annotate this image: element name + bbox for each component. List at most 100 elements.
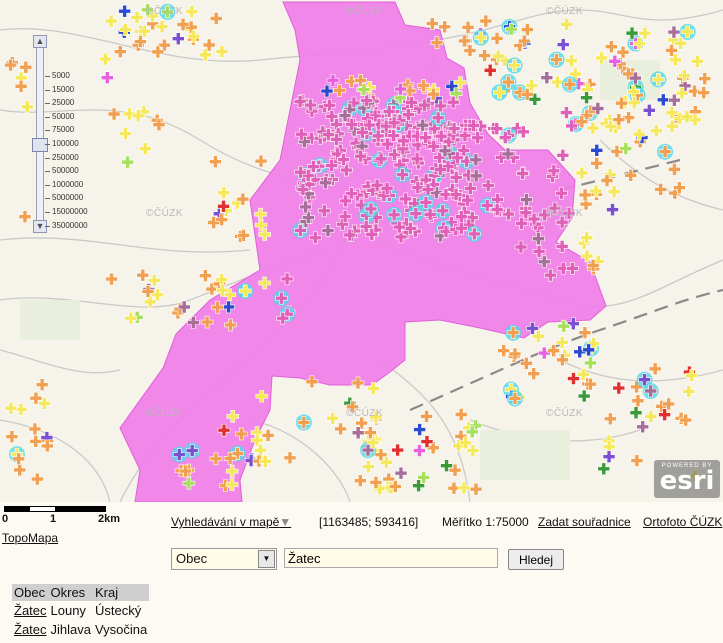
poi-marker-icon[interactable] — [105, 272, 118, 286]
poi-marker-icon[interactable] — [31, 472, 44, 486]
poi-marker-icon[interactable] — [577, 389, 591, 403]
chevron-down-icon[interactable]: ▼ — [258, 550, 275, 568]
search-type-select[interactable]: Obec ▼ — [171, 548, 277, 570]
poi-marker-icon[interactable] — [578, 188, 592, 202]
poi-marker-icon[interactable] — [209, 155, 222, 168]
poi-marker-icon[interactable] — [607, 185, 621, 198]
poi-marker-icon[interactable] — [130, 11, 144, 24]
poi-marker-icon[interactable] — [413, 444, 426, 457]
poi-marker-icon[interactable] — [616, 45, 630, 59]
poi-marker-icon[interactable] — [560, 106, 573, 119]
poi-marker-icon[interactable] — [19, 60, 33, 74]
poi-marker-icon[interactable] — [107, 107, 121, 121]
poi-marker-icon[interactable] — [136, 268, 150, 282]
poi-marker-icon[interactable] — [185, 5, 199, 18]
poi-marker-icon[interactable] — [650, 124, 663, 138]
poi-marker-icon[interactable] — [171, 32, 185, 45]
poi-marker-icon[interactable] — [18, 210, 32, 224]
poi-marker-icon[interactable] — [630, 454, 644, 467]
poi-marker-icon[interactable] — [479, 14, 493, 28]
poi-marker-icon[interactable] — [668, 93, 681, 107]
poi-marker-icon[interactable] — [682, 385, 696, 398]
poi-marker-icon[interactable] — [254, 154, 268, 168]
poi-marker-icon[interactable] — [28, 422, 42, 436]
zoom-track[interactable] — [36, 47, 44, 227]
poi-marker-icon[interactable] — [354, 474, 367, 487]
poi-marker-icon[interactable] — [143, 295, 157, 309]
poi-marker-icon[interactable] — [643, 103, 656, 117]
poi-marker-icon[interactable] — [560, 17, 573, 31]
poi-marker-icon[interactable] — [612, 381, 626, 395]
zoom-slider[interactable]: ▲ ▼ 5000 15000 25000 50000 75000 100000 250000… — [32, 35, 102, 235]
poi-marker-icon[interactable] — [261, 429, 275, 442]
poi-marker-icon[interactable] — [556, 149, 570, 162]
poi-marker-icon[interactable] — [362, 460, 375, 474]
search-button[interactable]: Hledej — [508, 549, 564, 570]
poi-marker-icon[interactable] — [334, 422, 347, 436]
poi-marker-icon[interactable] — [586, 121, 600, 135]
poi-marker-icon[interactable] — [394, 466, 408, 480]
poi-marker-icon[interactable] — [215, 45, 229, 58]
poi-marker-icon[interactable] — [606, 203, 619, 216]
poi-marker-icon[interactable] — [461, 21, 475, 34]
search-in-map-link[interactable]: Vyhledávání v mapě▼ — [171, 515, 291, 529]
poi-marker-icon[interactable] — [158, 38, 171, 52]
poi-marker-icon[interactable] — [139, 142, 152, 156]
poi-marker-icon[interactable] — [454, 408, 468, 421]
topomapa-link[interactable]: TopoMapa — [2, 531, 58, 545]
poi-marker-icon[interactable] — [413, 423, 426, 436]
poi-marker-icon[interactable] — [580, 91, 593, 104]
poi-marker-icon[interactable] — [605, 40, 618, 53]
poi-marker-icon[interactable] — [597, 462, 611, 476]
zoom-in-icon[interactable]: ▲ — [33, 35, 47, 48]
poi-marker-icon[interactable] — [13, 463, 27, 477]
poi-marker-icon[interactable] — [698, 72, 712, 85]
poi-marker-icon[interactable] — [490, 32, 504, 45]
poi-marker-icon[interactable] — [4, 401, 18, 415]
poi-marker-icon[interactable] — [29, 434, 43, 448]
poi-marker-icon[interactable] — [602, 450, 616, 464]
poi-marker-icon[interactable] — [520, 357, 533, 370]
result-obec-link[interactable]: Žatec — [14, 603, 47, 618]
poi-marker-icon[interactable] — [565, 54, 578, 68]
poi-marker-icon[interactable] — [283, 451, 297, 465]
poi-marker-icon[interactable] — [590, 156, 603, 170]
poi-marker-icon[interactable] — [584, 356, 597, 370]
poi-marker-icon[interactable] — [654, 183, 667, 196]
poi-marker-icon[interactable] — [521, 23, 534, 36]
result-obec-link[interactable]: Žatec — [14, 622, 47, 637]
poi-marker-icon[interactable] — [590, 144, 604, 157]
poi-marker-icon[interactable] — [426, 17, 439, 30]
poi-marker-icon[interactable] — [326, 412, 339, 425]
map-view[interactable]: ©ČÚZK ©ČÚZK ©ČÚZK ©ČÚZK ©ČÚZK ©ČÚZK ©ČÚZ… — [0, 0, 723, 502]
poi-marker-icon[interactable] — [469, 482, 483, 496]
poi-marker-icon[interactable] — [100, 71, 114, 85]
zoom-handle[interactable] — [32, 138, 48, 152]
poi-marker-icon[interactable] — [217, 186, 231, 200]
poi-marker-icon[interactable] — [644, 410, 658, 423]
poi-marker-icon[interactable] — [648, 362, 662, 376]
esri-logo[interactable]: POWERED BY esri — [654, 460, 720, 498]
poi-marker-icon[interactable] — [478, 49, 491, 62]
poi-marker-icon[interactable] — [199, 269, 212, 282]
poi-marker-icon[interactable] — [35, 378, 49, 392]
poi-marker-icon[interactable] — [527, 367, 541, 381]
poi-marker-icon[interactable] — [121, 155, 134, 169]
poi-marker-icon[interactable] — [556, 38, 570, 51]
poi-marker-icon[interactable] — [119, 127, 132, 140]
poi-marker-icon[interactable] — [466, 444, 480, 457]
poi-marker-icon[interactable] — [483, 64, 497, 77]
enter-coordinates-link[interactable]: Zadat souřadnice — [538, 515, 631, 529]
orthophoto-link[interactable]: Ortofoto ČÚZK — [643, 515, 722, 529]
triangle-down-icon[interactable]: ▼ — [279, 515, 291, 529]
poi-marker-icon[interactable] — [114, 45, 127, 59]
table-row[interactable]: Žatec Jihlava Vysočina — [12, 620, 149, 639]
poi-marker-icon[interactable] — [667, 25, 681, 39]
table-row[interactable]: Žatec Louny Ústecký — [12, 601, 149, 620]
poi-marker-icon[interactable] — [118, 4, 131, 18]
poi-marker-icon[interactable] — [151, 45, 165, 59]
poi-marker-icon[interactable] — [631, 394, 645, 408]
poi-marker-icon[interactable] — [209, 12, 223, 25]
poi-marker-icon[interactable] — [575, 166, 589, 180]
poi-marker-icon[interactable] — [691, 55, 704, 68]
